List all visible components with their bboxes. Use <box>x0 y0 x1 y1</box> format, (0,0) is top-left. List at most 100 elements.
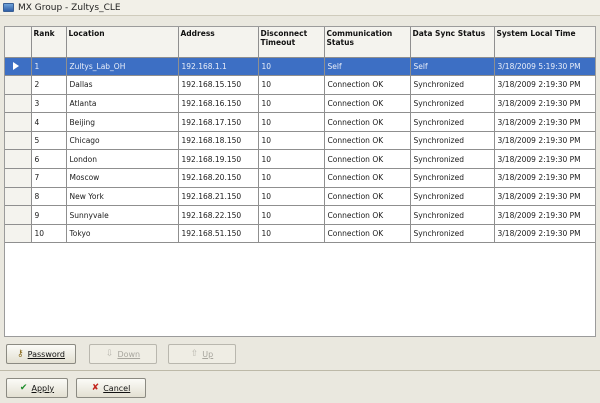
column-header-address[interactable]: Address <box>178 27 259 58</box>
cell-data-sync-status: Synchronized <box>410 94 495 114</box>
row-selector[interactable] <box>5 205 32 225</box>
cell-communication-status: Connection OK <box>324 75 411 95</box>
window-title: MX Group - Zultys_CLE <box>18 2 121 13</box>
table-row[interactable]: 2 Dallas 192.168.15.150 10 Connection OK Sync… <box>5 75 595 95</box>
cell-rank: 8 <box>31 187 67 207</box>
cell-disconnect-timeout: 10 <box>258 187 325 207</box>
table-row[interactable]: 8 New York 192.168.21.150 10 Connection OK Sy… <box>5 187 595 207</box>
column-header-disconnect-timeout[interactable]: Disconnect Timeout <box>258 27 325 58</box>
table-header-row: Rank Location Address Disconnect Timeout… <box>5 27 595 58</box>
app-icon <box>3 3 14 12</box>
cell-rank: 9 <box>31 205 67 225</box>
cell-data-sync-status: Synchronized <box>410 168 495 188</box>
row-selector[interactable] <box>5 75 32 95</box>
column-header-system-local-time[interactable]: System Local Time <box>494 27 595 58</box>
row-selector[interactable] <box>5 57 32 77</box>
key-icon: ⚷ <box>17 349 24 359</box>
current-row-indicator-icon <box>13 62 19 71</box>
cell-address: 192.168.16.150 <box>178 94 259 114</box>
table-row[interactable]: 9 Sunnyvale 192.168.22.150 10 Connection OK S… <box>5 205 595 225</box>
cell-disconnect-timeout: 10 <box>258 112 325 132</box>
column-header-data-sync-status[interactable]: Data Sync Status <box>410 27 495 58</box>
move-up-button[interactable]: ⇧ Up <box>168 344 236 364</box>
cell-data-sync-status: Synchronized <box>410 205 495 225</box>
apply-button[interactable]: ✔ Apply <box>6 378 68 398</box>
cell-rank: 7 <box>31 168 67 188</box>
cell-data-sync-status: Synchronized <box>410 75 495 95</box>
cell-location: Beijing <box>66 112 179 132</box>
x-icon: ✘ <box>91 383 100 393</box>
cell-rank: 1 <box>31 57 67 77</box>
table-row[interactable]: 6 London 192.168.19.150 10 Connection OK Sync… <box>5 149 595 170</box>
mx-group-grid: Rank Location Address Disconnect Timeout… <box>4 26 596 337</box>
cell-location: New York <box>66 187 179 207</box>
table-row[interactable]: 3 Atlanta 192.168.16.150 10 Connection OK Syn… <box>5 94 595 114</box>
cell-address: 192.168.18.150 <box>178 131 259 151</box>
cell-rank: 3 <box>31 94 67 114</box>
cell-system-local-time: 3/18/2009 2:19:30 PM <box>494 168 595 188</box>
cell-rank: 2 <box>31 75 67 95</box>
column-header-location[interactable]: Location <box>66 27 179 58</box>
cell-disconnect-timeout: 10 <box>258 168 325 188</box>
cell-system-local-time: 3/18/2009 2:19:30 PM <box>494 149 595 170</box>
row-selector[interactable] <box>5 224 32 244</box>
table-row[interactable]: 5 Chicago 192.168.18.150 10 Connection OK Syn… <box>5 131 595 151</box>
cell-location: Tokyo <box>66 224 179 244</box>
cell-location: Dallas <box>66 75 179 95</box>
cell-data-sync-status: Synchronized <box>410 187 495 207</box>
table-body: 1 Zultys_Lab_OH 192.168.1.1 10 Self Self 3/18/… <box>5 57 595 244</box>
cell-location: Atlanta <box>66 94 179 114</box>
cell-location: Zultys_Lab_OH <box>66 57 179 77</box>
cell-data-sync-status: Self <box>410 57 495 77</box>
table-row[interactable]: 10 Tokyo 192.168.51.150 10 Connection OK Sync… <box>5 224 595 244</box>
cell-system-local-time: 3/18/2009 2:19:30 PM <box>494 112 595 132</box>
cell-system-local-time: 3/18/2009 2:19:30 PM <box>494 75 595 95</box>
cell-location: Sunnyvale <box>66 205 179 225</box>
mx-group-window: MX Group - Zultys_CLE Rank Location Addr… <box>0 0 600 403</box>
cell-address: 192.168.51.150 <box>178 224 259 244</box>
table-row[interactable]: 1 Zultys_Lab_OH 192.168.1.1 10 Self Self 3/18/… <box>5 57 595 77</box>
cell-system-local-time: 3/18/2009 2:19:30 PM <box>494 187 595 207</box>
cell-address: 192.168.21.150 <box>178 187 259 207</box>
table-row[interactable]: 7 Moscow 192.168.20.150 10 Connection OK Sync… <box>5 168 595 188</box>
row-selector[interactable] <box>5 131 32 151</box>
footer-divider <box>0 370 600 371</box>
cell-system-local-time: 3/18/2009 2:19:30 PM <box>494 131 595 151</box>
cell-data-sync-status: Synchronized <box>410 131 495 151</box>
arrow-down-icon: ⇩ <box>105 349 114 359</box>
cell-communication-status: Self <box>324 57 411 77</box>
cell-disconnect-timeout: 10 <box>258 75 325 95</box>
row-selector[interactable] <box>5 149 32 170</box>
cell-data-sync-status: Synchronized <box>410 112 495 132</box>
cell-system-local-time: 3/18/2009 2:19:30 PM <box>494 205 595 225</box>
cell-disconnect-timeout: 10 <box>258 57 325 77</box>
cell-data-sync-status: Synchronized <box>410 224 495 244</box>
cell-address: 192.168.22.150 <box>178 205 259 225</box>
arrow-up-icon: ⇧ <box>190 349 199 359</box>
checkmark-icon: ✔ <box>19 383 28 393</box>
column-header-rank[interactable]: Rank <box>31 27 67 58</box>
cell-disconnect-timeout: 10 <box>258 149 325 170</box>
row-selector[interactable] <box>5 94 32 114</box>
cell-rank: 4 <box>31 112 67 132</box>
cell-system-local-time: 3/18/2009 2:19:30 PM <box>494 224 595 244</box>
cell-communication-status: Connection OK <box>324 205 411 225</box>
cell-address: 192.168.15.150 <box>178 75 259 95</box>
mx-group-table: Rank Location Address Disconnect Timeout… <box>5 27 595 244</box>
cell-address: 192.168.19.150 <box>178 149 259 170</box>
move-down-button[interactable]: ⇩ Down <box>89 344 157 364</box>
cell-communication-status: Connection OK <box>324 168 411 188</box>
row-selector[interactable] <box>5 168 32 188</box>
row-selector-header <box>5 27 32 58</box>
cell-system-local-time: 3/18/2009 2:19:30 PM <box>494 94 595 114</box>
cell-communication-status: Connection OK <box>324 149 411 170</box>
table-row[interactable]: 4 Beijing 192.168.17.150 10 Connection OK Syn… <box>5 112 595 132</box>
row-selector[interactable] <box>5 112 32 132</box>
cancel-button[interactable]: ✘ Cancel <box>76 378 146 398</box>
cell-disconnect-timeout: 10 <box>258 224 325 244</box>
column-header-communication-status[interactable]: Communication Status <box>324 27 411 58</box>
row-selector[interactable] <box>5 187 32 207</box>
title-bar[interactable]: MX Group - Zultys_CLE <box>0 0 600 16</box>
cell-communication-status: Connection OK <box>324 131 411 151</box>
password-button[interactable]: ⚷ Password <box>6 344 76 364</box>
